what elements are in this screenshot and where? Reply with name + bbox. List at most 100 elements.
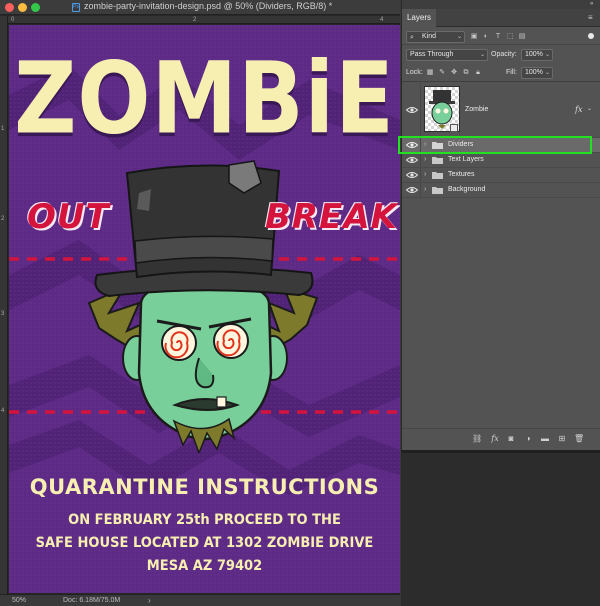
ruler-label: 1 [1, 126, 5, 132]
layers-panel-footer: ⛓︎ fx ◙ ◑ ▬ ⊞ 🗑︎ [402, 428, 600, 448]
folder-icon[interactable]: ▬ [540, 434, 550, 444]
layer-filter-row: ⌕ Kind ⌄ ▣ ◐ T ⬚ ▤ [402, 29, 600, 45]
layer-separator [420, 138, 421, 152]
layer-separator [420, 183, 421, 197]
chevron-down-icon: ⌄ [544, 52, 550, 58]
layer-name[interactable]: Dividers [448, 141, 473, 148]
document-title: zombie-party-invitation-design.psd @ 50%… [84, 1, 333, 11]
new-layer-icon[interactable]: ⊞ [557, 434, 567, 444]
opacity-field[interactable]: 100% ⌄ [521, 49, 553, 61]
filter-smart-object-icon[interactable]: ▤ [518, 33, 526, 41]
maximize-window-button[interactable] [31, 3, 40, 12]
trash-icon[interactable]: 🗑︎ [574, 434, 584, 444]
vertical-ruler[interactable]: 1 2 3 4 [0, 16, 8, 594]
eye-icon[interactable] [406, 156, 418, 164]
info-line-city: MESA AZ 79402 [146, 558, 263, 574]
lock-position-icon[interactable]: ✥ [450, 69, 458, 77]
search-icon: ⌕ [410, 34, 414, 41]
ruler-label: 2 [193, 17, 197, 23]
filter-type-icon[interactable]: T [494, 33, 502, 41]
chevron-right-icon[interactable]: › [424, 141, 426, 148]
status-bar: 50% Doc: 6.18M/75.0M › [0, 594, 400, 606]
poster-break-text: BREAK [265, 197, 398, 237]
close-window-button[interactable] [5, 3, 14, 12]
layer-row-textures[interactable]: › Textures [402, 168, 600, 183]
psd-file-icon: Ps [72, 3, 80, 12]
panel-tab-bar: Layers ≡ [402, 9, 600, 27]
status-menu-arrow[interactable]: › [148, 596, 151, 605]
panel-dock-bar: » [402, 0, 600, 9]
ruler-label: 2 [1, 216, 5, 222]
lock-all-icon[interactable]: 🔒︎ [474, 69, 482, 77]
fill-value: 100% [525, 69, 543, 76]
lock-paint-icon[interactable]: ✎ [438, 69, 446, 77]
ruler-label: 4 [380, 17, 384, 23]
filter-shape-icon[interactable]: ⬚ [506, 33, 514, 41]
chevron-right-icon[interactable]: › [424, 156, 426, 163]
folder-icon [432, 187, 443, 194]
lock-row: Lock: ▦ ✎ ✥ ⧉ 🔒︎ Fill: 100% ⌄ [402, 64, 600, 82]
mask-icon[interactable]: ◙ [506, 434, 516, 444]
fill-field[interactable]: 100% ⌄ [521, 67, 553, 79]
eye-icon[interactable] [406, 186, 418, 194]
ruler-label: 3 [1, 311, 5, 317]
lock-transparent-icon[interactable]: ▦ [426, 69, 434, 77]
canvas-area[interactable]: ZOMBiE OUT BREAK QUARANTINE INSTRUCTIONS… [9, 25, 400, 593]
poster-out-text: OUT [27, 197, 110, 237]
eye-icon[interactable] [406, 141, 418, 149]
folder-icon [432, 142, 443, 149]
chevron-down-icon: ⌄ [456, 34, 462, 40]
chevron-down-icon: ⌄ [479, 52, 485, 58]
info-line-address: SAFE HOUSE LOCATED AT 1302 ZOMBIE DRIVE [35, 535, 374, 551]
ruler-label: 4 [1, 408, 5, 414]
photoshop-app: Ps zombie-party-invitation-design.psd @ … [0, 0, 600, 606]
opacity-label: Opacity: [491, 51, 517, 58]
poster-canvas[interactable]: ZOMBiE OUT BREAK QUARANTINE INSTRUCTIONS… [9, 25, 400, 593]
folder-icon [432, 172, 443, 179]
chevron-down-icon: ⌄ [544, 70, 550, 76]
layer-separator [420, 168, 421, 182]
ruler-label: 0 [11, 17, 15, 23]
fill-label: Fill: [506, 69, 517, 76]
panel-menu-icon[interactable]: ≡ [588, 13, 593, 22]
adjustment-icon[interactable]: ◑ [523, 434, 533, 444]
fx-icon[interactable]: fx [575, 105, 582, 114]
zoom-level[interactable]: 50% [12, 597, 26, 604]
filter-pixel-icon[interactable]: ▣ [470, 33, 478, 41]
collapse-panel-icon[interactable]: » [590, 1, 593, 7]
blend-mode-dropdown[interactable]: Pass Through ⌄ [406, 49, 488, 61]
title-bar: Ps zombie-party-invitation-design.psd @ … [0, 0, 400, 15]
folder-icon [432, 157, 443, 164]
layer-name[interactable]: Zombie [465, 106, 488, 113]
blend-row: Pass Through ⌄ Opacity: 100% ⌄ [402, 46, 600, 62]
fx-icon[interactable]: fx [490, 434, 500, 444]
info-line-date: ON FEBRUARY 25th PROCEED TO THE [68, 512, 341, 528]
layer-separator [420, 83, 421, 137]
layer-separator [420, 153, 421, 167]
horizontal-ruler[interactable]: 0 2 4 [8, 16, 400, 24]
layer-row-background[interactable]: › Background [402, 183, 600, 198]
empty-panel-area [401, 450, 600, 606]
layer-name[interactable]: Text Layers [448, 156, 484, 163]
filter-kind-dropdown[interactable]: ⌕ Kind ⌄ [406, 31, 465, 43]
layers-panel: » Layers ≡ ⌕ Kind ⌄ ▣ ◐ T ⬚ ▤ Pass Throu… [401, 0, 600, 450]
layer-row-text-layers[interactable]: › Text Layers [402, 153, 600, 168]
layer-name[interactable]: Background [448, 186, 485, 193]
eye-icon[interactable] [406, 171, 418, 179]
layer-row-dividers[interactable]: › Dividers [402, 138, 600, 153]
minimize-window-button[interactable] [18, 3, 27, 12]
blend-mode-value: Pass Through [410, 51, 454, 58]
chevron-right-icon[interactable]: › [424, 186, 426, 193]
filter-adjustment-icon[interactable]: ◐ [482, 33, 490, 41]
filter-toggle-icon[interactable] [588, 33, 594, 39]
lock-artboard-icon[interactable]: ⧉ [462, 69, 470, 77]
tab-layers[interactable]: Layers [402, 9, 436, 27]
layer-name[interactable]: Textures [448, 171, 474, 178]
layer-row-zombie[interactable]: Zombie fx ⌄ [402, 83, 600, 138]
link-icon[interactable]: ⛓︎ [472, 434, 482, 444]
filter-kind-label: Kind [422, 33, 437, 40]
document-size-info: Doc: 6.18M/75.0M [63, 597, 121, 604]
chevron-down-icon[interactable]: ⌄ [587, 105, 592, 112]
eye-icon[interactable] [406, 106, 418, 114]
chevron-right-icon[interactable]: › [424, 171, 426, 178]
